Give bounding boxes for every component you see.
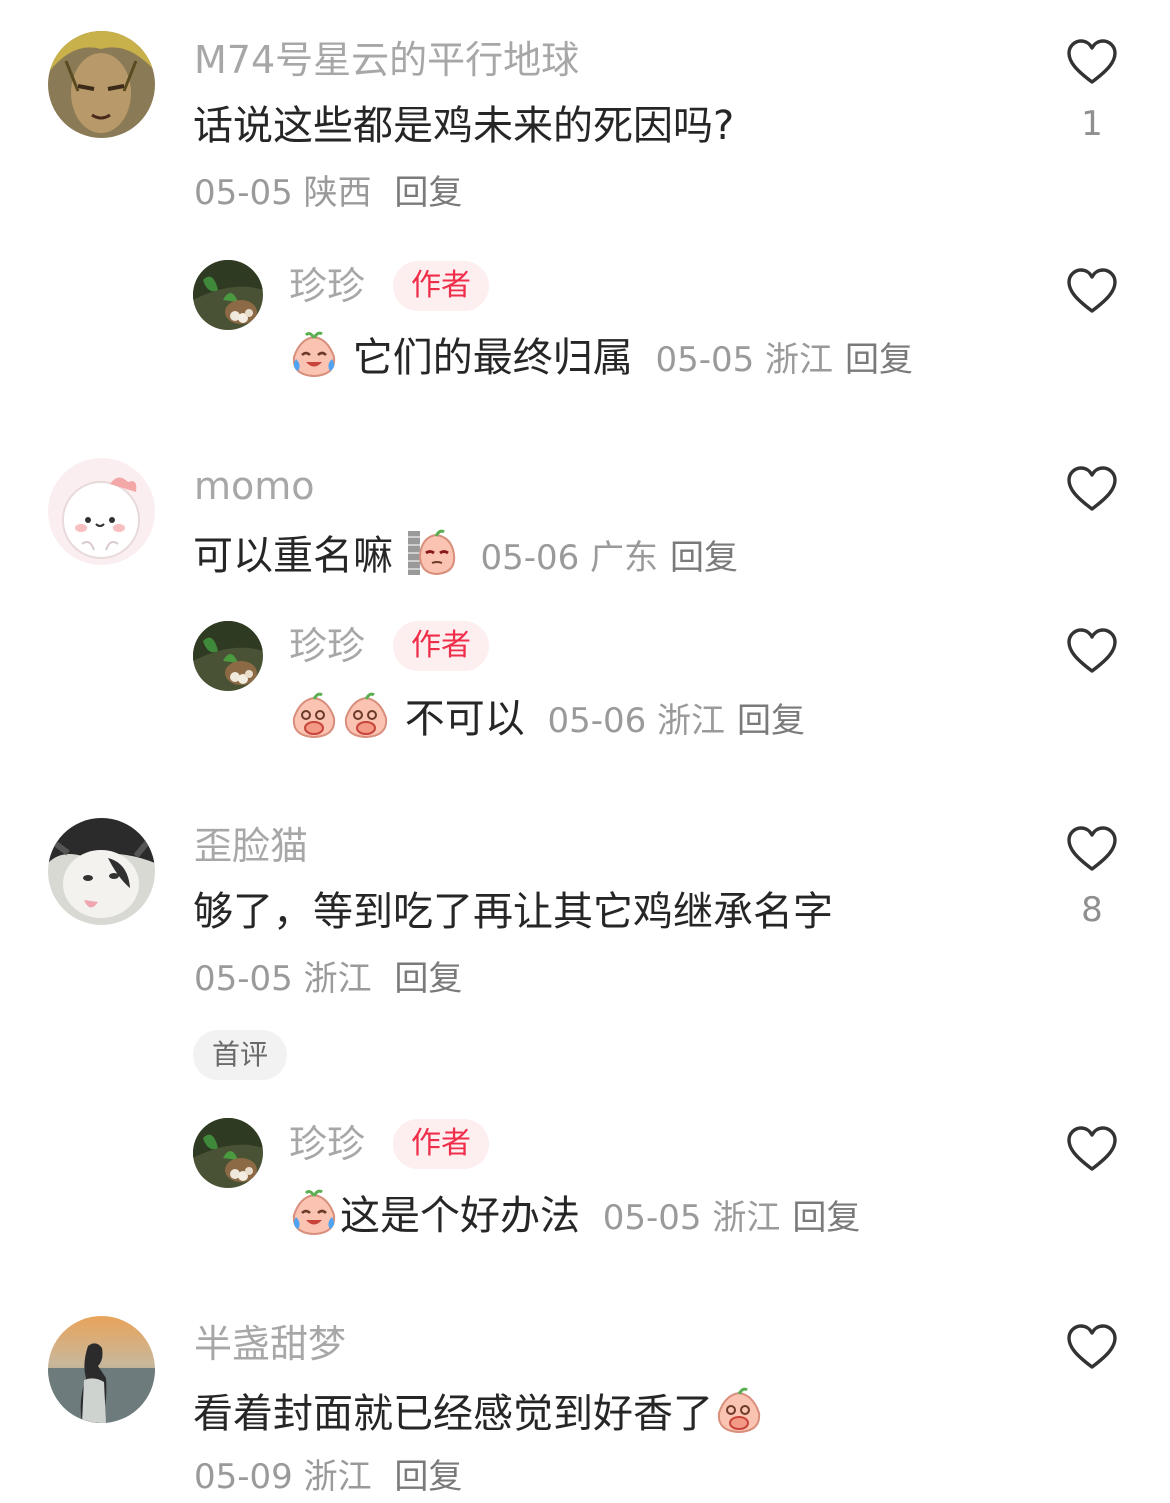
comment-text: 看着封面就已经感觉到好香了 [193, 1385, 765, 1439]
comment-meta: 05-06 广东 回复 [480, 538, 738, 578]
reply-button[interactable]: 回复 [394, 959, 462, 999]
reply-button[interactable]: 回复 [737, 701, 805, 741]
comment-meta: 05-05 浙江 回复 [194, 957, 462, 1001]
like-count: 8 [1081, 890, 1103, 930]
reply-text: 不可以 05-06 浙江 回复 [288, 690, 805, 746]
comment-date: 05-05 [194, 959, 293, 999]
comment-text: 话说这些都是鸡未来的死因吗? [193, 103, 735, 149]
comment-meta: 05-09 浙江 回复 [194, 1455, 462, 1499]
like-heart-icon[interactable] [1066, 267, 1118, 315]
comment-text: 可以重名嘛 05-06 广东 回复 [193, 527, 738, 583]
comment-username[interactable]: 歪脸猫 [194, 823, 308, 869]
avatar[interactable] [193, 621, 263, 691]
avatar[interactable] [48, 31, 155, 138]
comment-location: 浙江 [303, 1457, 372, 1497]
reply-location: 浙江 [712, 1198, 781, 1238]
reply-username[interactable]: 珍珍 [289, 263, 365, 309]
avatar[interactable] [48, 458, 155, 565]
reply-date: 05-06 [547, 701, 647, 741]
reply-button[interactable]: 回复 [670, 538, 738, 578]
avatar[interactable] [193, 260, 263, 330]
reply-text: 这是个好办法 05-05 浙江 回复 [288, 1187, 860, 1243]
reply-button[interactable]: 回复 [792, 1198, 860, 1238]
reply-location: 浙江 [765, 340, 834, 380]
like-heart-icon[interactable] [1066, 38, 1118, 86]
reply-date: 05-05 [655, 340, 755, 380]
like-heart-icon[interactable] [1066, 627, 1118, 675]
comment-location: 陕西 [303, 173, 372, 213]
author-badge: 作者 [393, 261, 489, 311]
like-heart-icon[interactable] [1066, 825, 1118, 873]
crying-laughing-peach-icon [288, 329, 340, 381]
reply-button[interactable]: 回复 [394, 1457, 462, 1497]
giggling-peach-icon [340, 690, 392, 742]
reply-meta: 05-05 浙江 回复 [655, 340, 913, 380]
crying-laughing-peach-icon [288, 1187, 340, 1239]
avatar[interactable] [193, 1118, 263, 1188]
reply-date: 05-05 [602, 1198, 702, 1238]
comment-username[interactable]: M74号星云的平行地球 [194, 37, 579, 83]
comment-meta: 05-05 陕西 回复 [194, 171, 462, 215]
avatar[interactable] [48, 1316, 155, 1423]
reply-meta: 05-06 浙江 回复 [547, 701, 805, 741]
like-heart-icon[interactable] [1066, 1125, 1118, 1173]
first-comment-tag: 首评 [193, 1030, 288, 1080]
author-badge: 作者 [393, 1119, 489, 1169]
peeking-peach-icon [406, 527, 458, 579]
comment-text: 够了，等到吃了再让其它鸡继承名字 [193, 889, 833, 935]
reply-text: 它们的最终归属 05-05 浙江 回复 [288, 329, 913, 385]
reply-button[interactable]: 回复 [394, 173, 462, 213]
comment-date: 05-05 [194, 173, 293, 213]
like-heart-icon[interactable] [1066, 1323, 1118, 1371]
comment-text-content: 可以重名嘛 [193, 533, 393, 579]
reply-location: 浙江 [657, 701, 726, 741]
giggling-peach-icon [713, 1385, 765, 1437]
reply-button[interactable]: 回复 [845, 340, 913, 380]
comment-text-content: 看着封面就已经感觉到好香了 [193, 1391, 713, 1437]
author-badge: 作者 [393, 621, 489, 671]
reply-text-content: 这是个好办法 [340, 1193, 580, 1239]
comment-date: 05-09 [194, 1457, 293, 1497]
comment-location: 浙江 [303, 959, 372, 999]
reply-text-content: 不可以 [404, 696, 525, 742]
giggling-peach-icon [288, 690, 340, 742]
reply-username[interactable]: 珍珍 [289, 1121, 365, 1167]
comment-date: 05-06 [480, 538, 580, 578]
comment-username[interactable]: momo [194, 463, 315, 509]
reply-username[interactable]: 珍珍 [289, 623, 365, 669]
reply-meta: 05-05 浙江 回复 [603, 1198, 861, 1238]
comment-location: 广东 [590, 538, 659, 578]
like-heart-icon[interactable] [1066, 465, 1118, 513]
avatar[interactable] [48, 818, 155, 925]
reply-text-content: 它们的最终归属 [352, 335, 633, 381]
comment-username[interactable]: 半盏甜梦 [194, 1321, 346, 1367]
like-count: 1 [1081, 104, 1103, 144]
